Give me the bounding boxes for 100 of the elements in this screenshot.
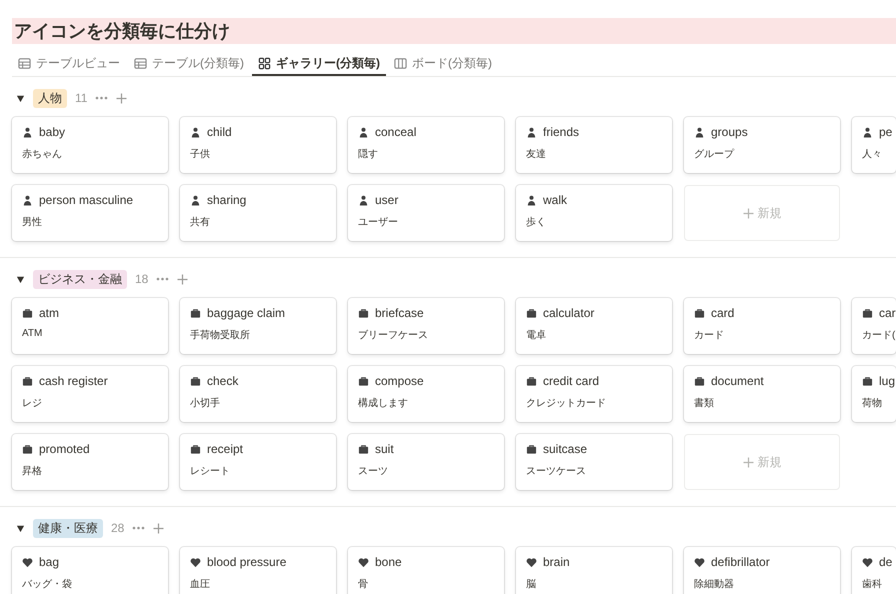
view-tab[interactable]: テーブルビュー — [12, 52, 126, 76]
add-icon[interactable] — [153, 522, 164, 534]
gallery-card[interactable]: walk 歩く — [516, 185, 672, 241]
card-subtitle: 赤ちゃん — [22, 148, 63, 161]
gallery-card[interactable]: baggage claim 手荷物受取所 — [180, 298, 336, 354]
gallery-card[interactable]: child 子供 — [180, 117, 336, 173]
gallery-card[interactable]: cash register レジ — [12, 366, 168, 422]
card-subtitle: スーツ — [358, 465, 389, 478]
card-title: user — [375, 193, 398, 207]
person-icon — [22, 126, 33, 138]
group-tag: ビジネス・金融 — [33, 270, 127, 288]
card-title: calculator — [543, 306, 594, 320]
card-title: document — [711, 374, 764, 388]
person-icon — [358, 194, 369, 206]
gallery-card[interactable]: car カード( — [852, 298, 896, 354]
briefcase-icon — [358, 444, 369, 454]
gallery-card[interactable]: defibrillator 除細動器 — [684, 547, 840, 594]
gallery-card[interactable]: atm ATM — [12, 298, 168, 354]
group-count: 11 — [75, 91, 88, 105]
card-subtitle: 人々 — [862, 148, 883, 161]
group-tag: 人物 — [33, 88, 67, 108]
card-subtitle: 手荷物受取所 — [190, 328, 251, 342]
card-title: groups — [711, 125, 748, 139]
gallery-card[interactable]: friends 友達 — [516, 117, 672, 173]
gallery-card[interactable]: conceal 隠す — [348, 117, 504, 173]
gallery-card[interactable]: credit card クレジットカード — [516, 366, 672, 422]
view-tab[interactable]: ボード(分類毎) — [388, 52, 498, 76]
more-icon[interactable] — [95, 96, 108, 100]
card-subtitle: レシート — [190, 465, 231, 478]
gallery-card[interactable]: bone 骨 — [348, 547, 504, 594]
card-title: suit — [375, 442, 394, 456]
gallery-card[interactable]: person masculine 男性 — [12, 185, 168, 241]
card-subtitle: 昇格 — [22, 464, 43, 478]
gallery-card[interactable]: lug 荷物 — [852, 366, 896, 422]
gallery-card[interactable]: suit スーツ — [348, 434, 504, 490]
gallery-card[interactable]: briefcase ブリーフケース — [348, 298, 504, 354]
card-subtitle: 男性 — [22, 216, 43, 229]
gallery-card[interactable]: brain 脳 — [516, 547, 672, 594]
gallery-card[interactable]: suitcase スーツケース — [516, 434, 672, 490]
person-icon — [358, 126, 369, 138]
gallery-card[interactable]: calculator 電卓 — [516, 298, 672, 354]
view-tab[interactable]: テーブル(分類毎) — [128, 52, 250, 76]
briefcase-icon — [190, 444, 201, 454]
heart-icon — [358, 556, 369, 568]
heart-icon — [22, 556, 33, 568]
briefcase-icon — [358, 308, 369, 318]
card-subtitle: 血圧 — [190, 578, 211, 591]
gallery-card[interactable]: bag バッグ・袋 — [12, 547, 168, 594]
toggle-icon[interactable] — [16, 94, 25, 102]
more-icon[interactable] — [132, 526, 146, 530]
more-icon[interactable] — [156, 277, 170, 281]
card-title: sharing — [207, 193, 246, 207]
card-subtitle: 骨 — [358, 578, 369, 591]
card-title: atm — [39, 306, 60, 320]
card-title: walk — [543, 193, 568, 207]
gallery-card[interactable]: de 歯科 — [852, 547, 896, 594]
card-title: car — [879, 306, 896, 320]
card-subtitle: グループ — [694, 148, 736, 161]
gallery-card[interactable]: promoted 昇格 — [12, 434, 168, 490]
person-icon — [526, 194, 537, 206]
heart-icon — [526, 556, 537, 568]
briefcase-icon — [862, 376, 873, 386]
card-subtitle: ユーザー — [358, 216, 399, 229]
card-subtitle: ブリーフケース — [358, 328, 429, 342]
gallery-card[interactable]: receipt レシート — [180, 434, 336, 490]
gallery-card[interactable]: groups グループ — [684, 117, 840, 173]
briefcase-icon — [526, 376, 537, 386]
briefcase-icon — [190, 376, 201, 386]
group-tag: 健康・医療 — [33, 518, 103, 538]
toggle-icon[interactable] — [16, 524, 25, 532]
card-title: de — [879, 555, 892, 569]
card-title: brain — [543, 555, 570, 569]
card-title: pe — [879, 125, 892, 139]
card-subtitle: 電卓 — [526, 328, 547, 342]
gallery-card[interactable]: pe 人々 — [852, 117, 896, 173]
add-icon[interactable] — [177, 274, 188, 284]
card-title: blood pressure — [207, 555, 286, 569]
add-icon[interactable] — [116, 92, 128, 104]
card-title: child — [207, 125, 232, 139]
card-title: suitcase — [543, 442, 588, 456]
briefcase-icon — [694, 308, 705, 318]
card-subtitle: 荷物 — [862, 396, 883, 410]
gallery-card[interactable]: sharing 共有 — [180, 185, 336, 241]
card-subtitle: 除細動器 — [694, 578, 735, 591]
gallery-card[interactable]: card カード — [684, 298, 840, 354]
card-title: briefcase — [375, 306, 424, 320]
briefcase-icon — [22, 376, 33, 386]
view-tab[interactable]: ギャラリー(分類毎) — [252, 52, 386, 76]
briefcase-icon — [22, 444, 33, 454]
card-title: bone — [375, 555, 402, 569]
toggle-icon[interactable] — [16, 274, 25, 284]
briefcase-icon — [22, 308, 33, 318]
columns-icon — [394, 56, 407, 70]
card-subtitle: ATM — [22, 328, 44, 339]
gallery-card[interactable]: user ユーザー — [348, 185, 504, 241]
gallery-card[interactable]: document 書類 — [684, 366, 840, 422]
gallery-card[interactable]: blood pressure 血圧 — [180, 547, 336, 594]
gallery-card[interactable]: baby 赤ちゃん — [12, 117, 168, 173]
gallery-card[interactable]: check 小切手 — [180, 366, 336, 422]
gallery-card[interactable]: compose 構成します — [348, 366, 504, 422]
